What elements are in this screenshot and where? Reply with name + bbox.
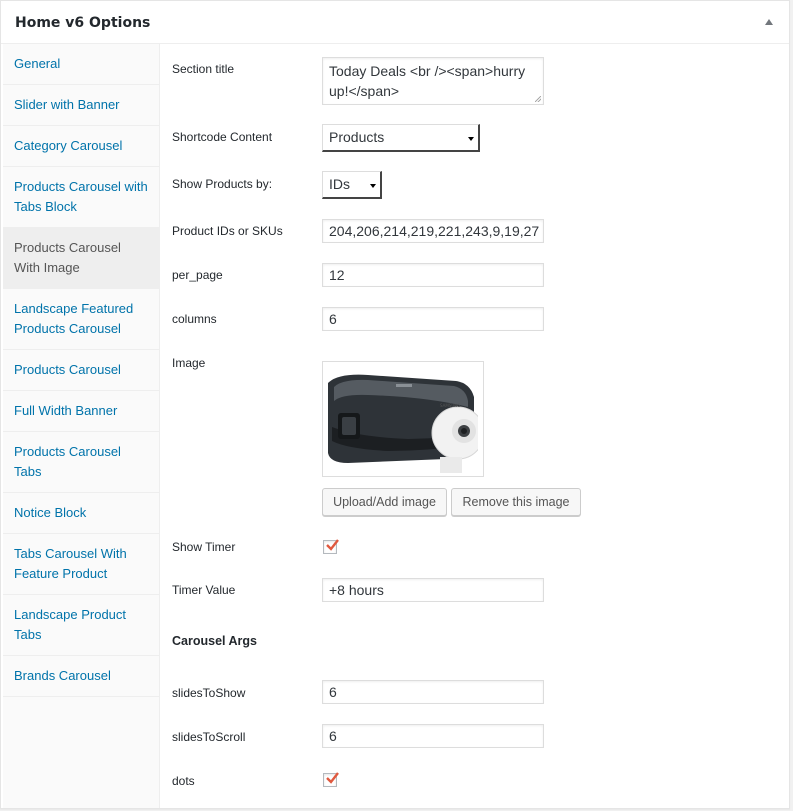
- resize-grip-icon[interactable]: [535, 96, 541, 102]
- per-page-input[interactable]: 12: [322, 263, 544, 287]
- dots-label: dots: [172, 774, 195, 788]
- upload-add-image-button[interactable]: Upload/Add image: [322, 488, 447, 516]
- tab-notice-block[interactable]: Notice Block: [3, 493, 159, 534]
- tab-products-carousel-with-image[interactable]: Products Carousel With Image: [3, 228, 159, 289]
- show-products-by-select[interactable]: IDs: [322, 171, 382, 199]
- dropdown-arrow-icon: [370, 184, 376, 188]
- shortcode-content-value: Products: [329, 129, 385, 145]
- checkmark-icon: [326, 772, 339, 784]
- triangle-up-icon[interactable]: [765, 19, 773, 25]
- svg-text:SAMSUNG: SAMSUNG: [440, 403, 460, 408]
- tab-category-carousel[interactable]: Category Carousel: [3, 126, 159, 167]
- metabox-header: Home v6 Options: [1, 1, 789, 44]
- tab-full-width-banner[interactable]: Full Width Banner: [3, 391, 159, 432]
- show-products-by-value: IDs: [329, 176, 350, 192]
- slides-to-show-label: slidesToShow: [172, 686, 246, 700]
- product-ids-input[interactable]: 204,206,214,219,221,243,9,19,27: [322, 219, 544, 243]
- shortcode-content-label: Shortcode Content: [172, 130, 273, 144]
- carousel-args-heading: Carousel Args: [172, 634, 257, 648]
- image-preview: SAMSUNG: [322, 361, 484, 477]
- tab-brands-carousel[interactable]: Brands Carousel: [3, 656, 159, 697]
- timer-value-input[interactable]: +8 hours: [322, 578, 544, 602]
- slides-to-scroll-input[interactable]: 6: [322, 724, 544, 748]
- columns-input[interactable]: 6: [322, 307, 544, 331]
- tab-landscape-featured-products-carousel[interactable]: Landscape Featured Products Carousel: [3, 289, 159, 350]
- shortcode-content-select[interactable]: Products: [322, 124, 480, 152]
- tab-tabs-carousel-with-feature-product[interactable]: Tabs Carousel With Feature Product: [3, 534, 159, 595]
- tab-slider-with-banner[interactable]: Slider with Banner: [3, 85, 159, 126]
- columns-label: columns: [172, 312, 217, 326]
- vr-headset-product-image: SAMSUNG: [328, 367, 478, 473]
- slides-to-scroll-label: slidesToScroll: [172, 730, 246, 744]
- options-tabs-nav: General Slider with Banner Category Caro…: [3, 44, 160, 808]
- show-products-by-label: Show Products by:: [172, 177, 273, 191]
- tab-landscape-product-tabs[interactable]: Landscape Product Tabs: [3, 595, 159, 656]
- show-timer-checkbox[interactable]: [323, 539, 339, 554]
- per-page-label: per_page: [172, 268, 223, 282]
- image-label: Image: [172, 356, 206, 370]
- metabox-title: Home v6 Options: [15, 15, 151, 31]
- remove-image-button[interactable]: Remove this image: [451, 488, 581, 516]
- checkmark-icon: [326, 539, 339, 551]
- show-timer-label: Show Timer: [172, 540, 236, 554]
- section-title-value: Today Deals <br /><span>hurry up!</span>: [329, 63, 526, 99]
- dropdown-arrow-icon: [468, 137, 474, 141]
- tab-products-carousel[interactable]: Products Carousel: [3, 350, 159, 391]
- section-title-textarea[interactable]: Today Deals <br /><span>hurry up!</span>: [322, 57, 544, 105]
- product-ids-label: Product IDs or SKUs: [172, 224, 283, 238]
- dots-checkbox[interactable]: [323, 772, 339, 787]
- timer-value-label: Timer Value: [172, 583, 236, 597]
- section-title-label: Section title: [172, 62, 235, 76]
- tab-products-carousel-tabs[interactable]: Products Carousel Tabs: [3, 432, 159, 493]
- tab-general[interactable]: General: [3, 44, 159, 85]
- slides-to-show-input[interactable]: 6: [322, 680, 544, 704]
- tab-products-carousel-with-tabs-block[interactable]: Products Carousel with Tabs Block: [3, 167, 159, 228]
